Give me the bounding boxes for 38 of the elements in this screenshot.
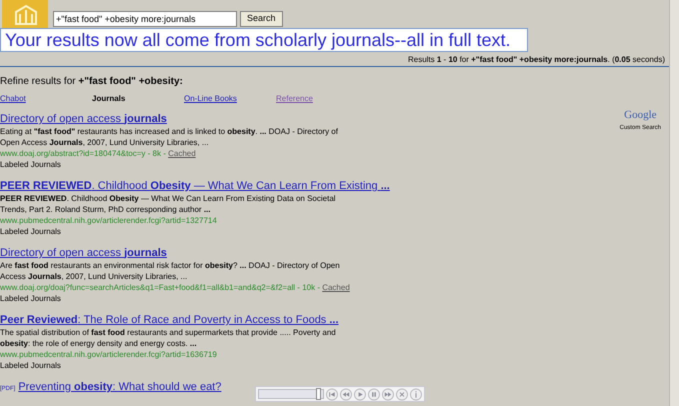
result-snippet: Are fast food restaurants an environmental risk factor for obesity? ... DOAJ - Directory of Open Access Journals, 2007, Lund University Libraries, ... (0, 260, 341, 282)
refine-tab[interactable]: Journals (92, 93, 184, 105)
refine-tab[interactable]: Reference (276, 93, 368, 105)
result-label: Labeled Journals (0, 159, 61, 170)
result-label: Labeled Journals (0, 293, 61, 304)
seek-slider[interactable] (258, 389, 324, 399)
seek-thumb[interactable] (316, 388, 321, 400)
search-button[interactable]: Search (240, 11, 283, 27)
rewind-icon[interactable] (340, 388, 352, 400)
result-url: www.doaj.org/doaj?func=searchArticles&q1=Fast+food&f1=all&b1=and&q2=&f2=all - 10k - Cached (0, 282, 350, 293)
refine-tab[interactable]: Chabot (0, 93, 92, 105)
info-icon[interactable] (410, 388, 422, 400)
refine-tab[interactable]: On-Line Books (184, 93, 276, 105)
result-url: www.doaj.org/abstract?id=180474&toc=y - 8k - Cached (0, 148, 197, 159)
refine-label: Refine results for +"fast food" +obesity: (0, 75, 183, 89)
result-snippet: PEER REVIEWED. Childhood Obesity — What We Can Learn From Existing Data on Societal Trends, Part 2. Roland Sturm, PhD corresponding author ... (0, 193, 337, 215)
close-icon[interactable] (396, 388, 408, 400)
result-title-link[interactable]: Peer Reviewed: The Role of Race and Poverty in Access to Foods ... (0, 313, 339, 327)
skip-back-icon[interactable] (326, 388, 338, 400)
result-url: www.pubmedcentral.nih.gov/articlerender.fcgi?artid=1636719 (0, 349, 218, 360)
search-field[interactable]: +"fast food" +obesity more:journals (53, 11, 237, 27)
result-title-link[interactable]: PEER REVIEWED. Childhood Obesity — What We Can Learn From Existing ... (0, 179, 390, 193)
google-logo: Google (624, 108, 657, 123)
result-url: www.pubmedcentral.nih.gov/articlerender.fcgi?artid=1327714 (0, 215, 218, 226)
results-summary: Results 1 - 10 for +"fast food" +obesity more:journals. (0.05 seconds) (408, 54, 665, 66)
result-snippet: The spatial distribution of fast food restaurants and supermarkets that provide ..... Poverty and obesity: the role of energy density and energy costs. ... (0, 327, 337, 349)
result-snippet: Eating at "fast food" restaurants has increased and is linked to obesity. ... DOAJ - Directory of Open Access Journals, 2007, Lund University Libraries, ... (0, 126, 339, 148)
result-title-link[interactable]: Directory of open access journals (0, 246, 167, 260)
play-icon[interactable] (354, 388, 366, 400)
fast-forward-icon[interactable] (382, 388, 394, 400)
result-title-link[interactable]: Preventing obesity: What should we eat? (18, 380, 222, 394)
pause-icon[interactable] (368, 388, 380, 400)
result-label: Labeled Journals (0, 226, 61, 237)
result-title-link[interactable]: Directory of open access journals (0, 112, 167, 126)
scholarly-banner: Your results now all come from scholarly journals--all in full text. (0, 28, 528, 52)
cached-link[interactable]: Cached (322, 283, 350, 292)
result-label: Labeled Journals (0, 360, 61, 371)
cached-link[interactable]: Cached (168, 149, 196, 158)
